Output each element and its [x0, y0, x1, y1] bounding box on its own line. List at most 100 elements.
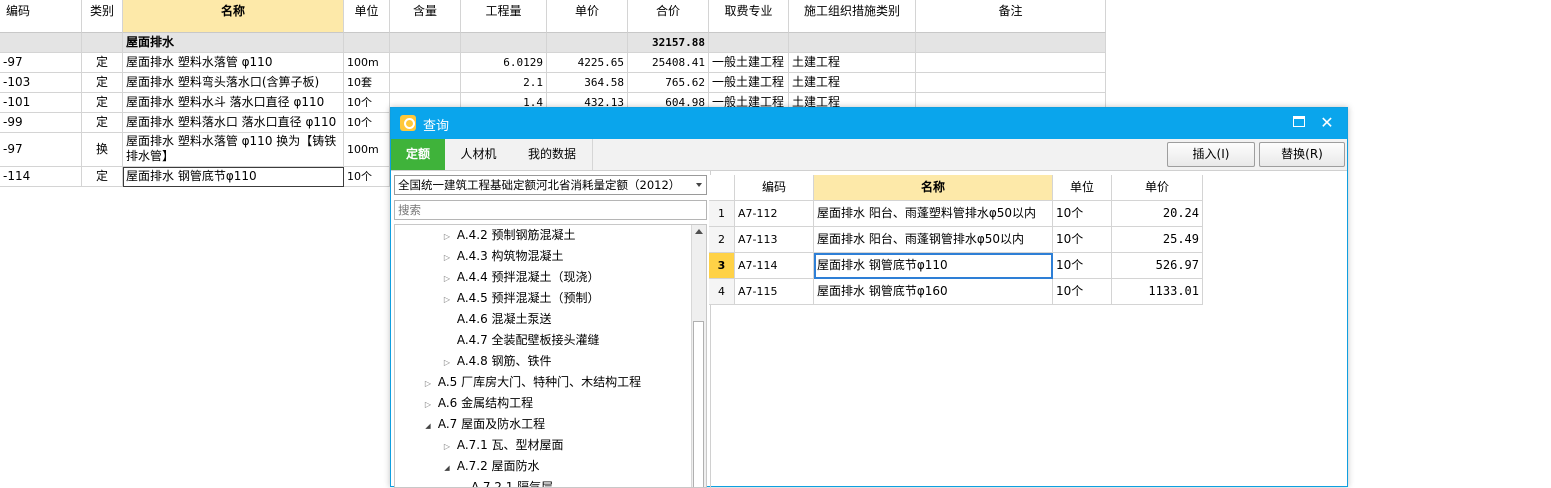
- row-type[interactable]: 定: [82, 53, 123, 73]
- row-name[interactable]: 屋面排水 塑料落水口 落水口直径 φ110: [123, 113, 344, 133]
- row-name[interactable]: 屋面排水 塑料弯头落水口(含箅子板): [123, 73, 344, 93]
- tab-labor-material[interactable]: 人材机: [445, 139, 513, 170]
- row-unit[interactable]: 10个: [1053, 201, 1112, 227]
- row-code[interactable]: -114: [0, 167, 82, 187]
- search-input[interactable]: [394, 200, 707, 220]
- row-unit[interactable]: 100m: [344, 133, 390, 167]
- col-header-type[interactable]: 类别: [82, 0, 123, 33]
- row-name[interactable]: 屋面排水 塑料水落管 φ110 换为【铸铁排水管】: [123, 133, 344, 167]
- row-type[interactable]: 定: [82, 73, 123, 93]
- col-header-note[interactable]: 备注: [916, 0, 1106, 33]
- row-unit[interactable]: 10个: [1053, 279, 1112, 305]
- expand-arrow-icon[interactable]: [441, 268, 453, 289]
- col-header-qty[interactable]: 工程量: [461, 0, 547, 33]
- col-header-code[interactable]: 编码: [735, 175, 814, 201]
- col-header-code[interactable]: 编码: [0, 0, 82, 33]
- row-type[interactable]: 定: [82, 113, 123, 133]
- row-price[interactable]: 526.97: [1112, 253, 1203, 279]
- tree-node[interactable]: A.7.2.1 隔气层: [471, 477, 553, 487]
- col-header-name[interactable]: 名称: [123, 0, 344, 33]
- table-row[interactable]: 4 A7-115 屋面排水 钢管底节φ160 10个 1133.01: [709, 279, 1203, 305]
- col-header-content[interactable]: 含量: [390, 0, 461, 33]
- tab-quota[interactable]: 定额: [391, 139, 446, 170]
- row-name[interactable]: 屋面排水 阳台、雨蓬塑料管排水φ50以内: [814, 201, 1053, 227]
- expand-arrow-icon[interactable]: [441, 289, 453, 310]
- table-row[interactable]: -97 定 屋面排水 塑料水落管 φ110 100m 6.0129 4225.6…: [0, 53, 1106, 73]
- table-row[interactable]: 1 A7-112 屋面排水 阳台、雨蓬塑料管排水φ50以内 10个 20.24: [709, 201, 1203, 227]
- row-note[interactable]: [916, 53, 1106, 73]
- tree-node[interactable]: A.7 屋面及防水工程: [422, 414, 545, 435]
- expand-arrow-icon[interactable]: [441, 352, 453, 373]
- row-price[interactable]: 25.49: [1112, 227, 1203, 253]
- scroll-up-icon[interactable]: [695, 229, 703, 234]
- row-name[interactable]: 屋面排水 塑料水落管 φ110: [123, 53, 344, 73]
- tree-node[interactable]: A.7.1 瓦、型材屋面: [441, 435, 564, 456]
- row-type[interactable]: 换: [82, 133, 123, 167]
- collapse-arrow-icon[interactable]: [422, 415, 434, 437]
- quota-library-select[interactable]: 全国统一建筑工程基础定额河北省消耗量定额（2012）: [394, 175, 707, 195]
- row-note[interactable]: [916, 73, 1106, 93]
- row-content[interactable]: [390, 53, 461, 73]
- tree-node[interactable]: A.4.6 混凝土泵送: [441, 309, 552, 330]
- table-row-selected[interactable]: 3 A7-114 屋面排水 钢管底节φ110 10个 526.97: [709, 253, 1203, 279]
- row-code[interactable]: A7-113: [735, 227, 814, 253]
- col-header-major[interactable]: 取费专业: [709, 0, 789, 33]
- tree-node[interactable]: A.7.2 屋面防水: [441, 456, 540, 477]
- col-header-price[interactable]: 单价: [1112, 175, 1203, 201]
- row-major[interactable]: 一般土建工程: [709, 73, 789, 93]
- row-price[interactable]: 20.24: [1112, 201, 1203, 227]
- row-type[interactable]: 定: [82, 93, 123, 113]
- row-code[interactable]: -103: [0, 73, 82, 93]
- row-name[interactable]: 屋面排水 钢管底节φ160: [814, 279, 1053, 305]
- tree-node[interactable]: A.4.4 预拌混凝土（现浇）: [441, 267, 600, 288]
- row-unit[interactable]: 10套: [344, 73, 390, 93]
- row-major[interactable]: 一般土建工程: [709, 53, 789, 73]
- row-price[interactable]: 364.58: [547, 73, 628, 93]
- expand-arrow-icon[interactable]: [441, 226, 453, 247]
- col-header-price[interactable]: 单价: [547, 0, 628, 33]
- row-unit[interactable]: 10个: [1053, 253, 1112, 279]
- close-button[interactable]: ✕: [1317, 113, 1337, 133]
- col-header-unit[interactable]: 单位: [344, 0, 390, 33]
- insert-button[interactable]: 插入(I): [1167, 142, 1255, 167]
- row-name-selected[interactable]: 屋面排水 钢管底节φ110: [123, 167, 344, 187]
- dialog-titlebar[interactable]: 查询 ✕: [391, 108, 1347, 139]
- row-qty[interactable]: 2.1: [461, 73, 547, 93]
- tree-node[interactable]: A.4.5 预拌混凝土（预制）: [441, 288, 600, 309]
- row-name[interactable]: 屋面排水 阳台、雨蓬钢管排水φ50以内: [814, 227, 1053, 253]
- collapse-arrow-icon[interactable]: [441, 457, 453, 479]
- expand-arrow-icon[interactable]: [422, 394, 434, 415]
- tree-node[interactable]: A.4.7 全装配壁板接头灌缝: [441, 330, 600, 351]
- row-name[interactable]: 屋面排水 钢管底节φ110: [814, 253, 1053, 279]
- col-header-name[interactable]: 名称: [814, 175, 1053, 201]
- replace-button[interactable]: 替换(R): [1259, 142, 1345, 167]
- row-total[interactable]: 765.62: [628, 73, 709, 93]
- tree-node[interactable]: A.5 厂库房大门、特种门、木结构工程: [422, 372, 641, 393]
- expand-arrow-icon[interactable]: [441, 247, 453, 268]
- col-header-unit[interactable]: 单位: [1053, 175, 1112, 201]
- expand-arrow-icon[interactable]: [441, 436, 453, 457]
- row-qty[interactable]: 6.0129: [461, 53, 547, 73]
- chevron-down-icon[interactable]: [696, 183, 702, 187]
- row-code[interactable]: -97: [0, 133, 82, 167]
- maximize-button[interactable]: [1289, 113, 1309, 133]
- row-unit[interactable]: 10个: [344, 113, 390, 133]
- group-row[interactable]: 屋面排水 32157.88: [0, 33, 1106, 53]
- row-total[interactable]: 25408.41: [628, 53, 709, 73]
- row-code[interactable]: -97: [0, 53, 82, 73]
- row-unit[interactable]: 10个: [1053, 227, 1112, 253]
- row-name[interactable]: 屋面排水 塑料水斗 落水口直径 φ110: [123, 93, 344, 113]
- tree-node[interactable]: A.4.2 预制钢筋混凝土: [441, 225, 576, 246]
- col-header-total[interactable]: 合价: [628, 0, 709, 33]
- row-code[interactable]: -101: [0, 93, 82, 113]
- row-code[interactable]: A7-115: [735, 279, 814, 305]
- row-code[interactable]: A7-114: [735, 253, 814, 279]
- table-row[interactable]: 2 A7-113 屋面排水 阳台、雨蓬钢管排水φ50以内 10个 25.49: [709, 227, 1203, 253]
- row-code[interactable]: -99: [0, 113, 82, 133]
- tree-scrollbar[interactable]: [691, 225, 706, 487]
- col-header-measure[interactable]: 施工组织措施类别: [789, 0, 916, 33]
- row-price[interactable]: 4225.65: [547, 53, 628, 73]
- row-measure[interactable]: 土建工程: [789, 53, 916, 73]
- tree-node[interactable]: A.4.8 钢筋、铁件: [441, 351, 552, 372]
- row-price[interactable]: 1133.01: [1112, 279, 1203, 305]
